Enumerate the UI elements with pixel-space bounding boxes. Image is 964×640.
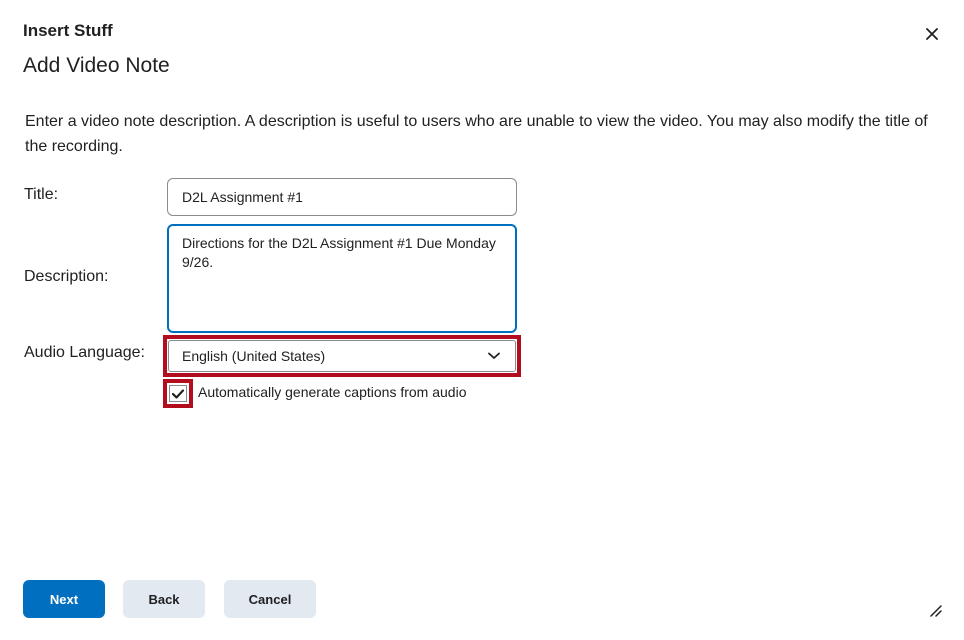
captions-label: Automatically generate captions from aud…: [198, 384, 467, 400]
title-label: Title:: [24, 186, 59, 203]
intro-text: Enter a video note description. A descri…: [25, 113, 928, 155]
close-icon: [926, 28, 938, 40]
audio-language-select[interactable]: English (United States): [168, 340, 516, 372]
description-label: Description:: [24, 268, 109, 285]
cancel-button[interactable]: Cancel: [224, 580, 316, 618]
audio-language-value: English (United States): [182, 348, 326, 364]
back-button[interactable]: Back: [123, 580, 205, 618]
dialog-title: Insert Stuff: [23, 21, 113, 40]
page-heading: Add Video Note: [23, 54, 170, 77]
check-icon: [172, 388, 184, 399]
insert-stuff-dialog: Insert Stuff Add Video Note Enter a vide…: [0, 0, 964, 640]
chevron-down-icon: [486, 348, 502, 364]
description-textarea[interactable]: Directions for the D2L Assignment #1 Due…: [167, 224, 517, 333]
resize-handle-icon[interactable]: [928, 603, 942, 617]
captions-checkbox[interactable]: [169, 385, 187, 402]
title-input[interactable]: [167, 178, 517, 216]
audio-language-label: Audio Language:: [24, 344, 145, 361]
next-button[interactable]: Next: [23, 580, 105, 618]
close-button[interactable]: [920, 22, 944, 46]
